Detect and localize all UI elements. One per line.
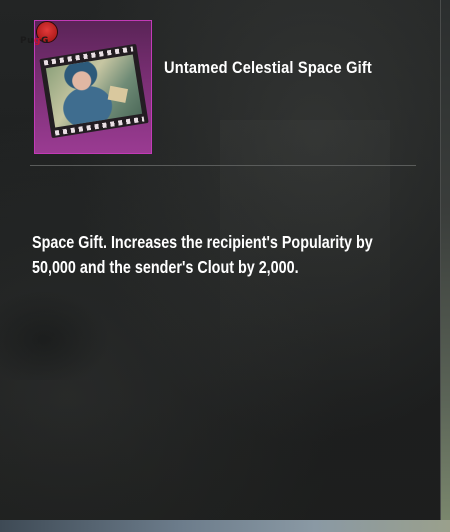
divider [30, 165, 416, 166]
background-scenery-right [441, 0, 450, 532]
item-detail-panel: PugG Untamed Celestial Space Gift Space … [0, 0, 450, 532]
watermark-text: PugG [20, 36, 49, 46]
background-ground [0, 400, 440, 532]
film-photo-gift-icon [39, 43, 149, 139]
item-title: Untamed Celestial Space Gift [164, 58, 372, 77]
background-scenery-bottom [0, 520, 450, 532]
item-description: Space Gift. Increases the recipient's Po… [32, 232, 373, 277]
character-photo [45, 54, 143, 128]
photo-book-prop [107, 85, 128, 103]
background-vehicle [0, 290, 110, 380]
